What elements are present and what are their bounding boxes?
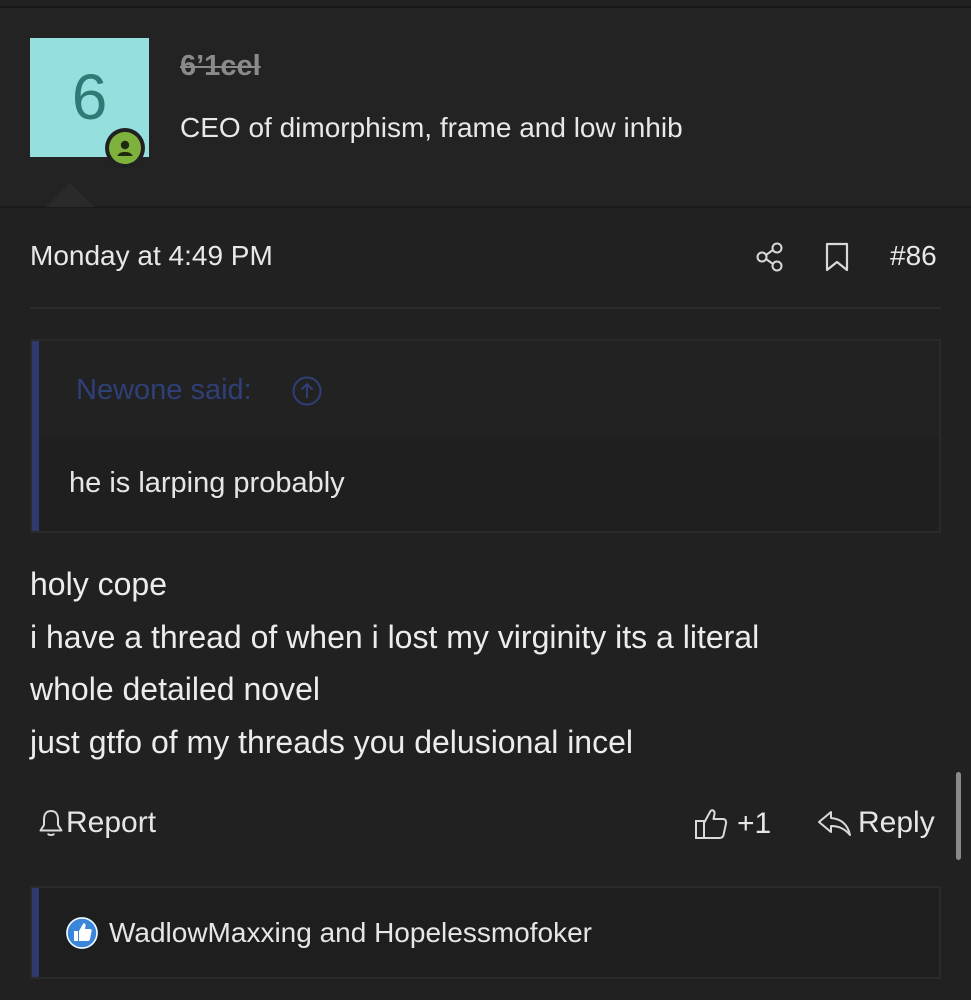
like-reaction-icon bbox=[66, 917, 98, 949]
post-body-line: just gtfo of my threads you delusional i… bbox=[30, 723, 633, 760]
like-count: +1 bbox=[737, 807, 772, 840]
user-title: CEO of dimorphism, frame and low inhib bbox=[180, 112, 683, 143]
go-to-quote-icon[interactable] bbox=[291, 375, 323, 407]
reaction-users[interactable]: WadlowMaxxing and Hopelessmofoker bbox=[109, 917, 592, 949]
scrollbar[interactable] bbox=[956, 772, 961, 860]
reactions-bar[interactable]: WadlowMaxxing and Hopelessmofoker bbox=[30, 886, 941, 979]
bookmark-icon[interactable] bbox=[822, 241, 852, 273]
quote-accent-bar bbox=[32, 341, 39, 531]
quote-content: he is larping probably bbox=[39, 437, 939, 531]
header-pointer bbox=[46, 183, 94, 207]
report-label: Report bbox=[66, 806, 157, 839]
post-body-line: whole detailed novel bbox=[30, 671, 320, 707]
post-user-header: 6 6’1cel CEO of dimorphism, frame and lo… bbox=[0, 8, 971, 208]
share-icon[interactable] bbox=[754, 241, 786, 273]
post-body-line: holy cope bbox=[30, 566, 167, 602]
online-person-icon bbox=[109, 132, 141, 164]
username-link[interactable]: 6’1cel bbox=[180, 50, 261, 83]
quote-author[interactable]: Newone said: bbox=[76, 374, 252, 407]
report-button[interactable]: Report bbox=[36, 806, 156, 840]
meta-divider bbox=[30, 307, 941, 309]
post-body-line: i have a thread of when i lost my virgin… bbox=[30, 618, 760, 655]
bell-icon bbox=[39, 810, 63, 836]
like-button[interactable]: +1 bbox=[693, 806, 771, 842]
quote-text: he is larping probably bbox=[69, 467, 345, 499]
post-number-link[interactable]: #86 bbox=[890, 240, 937, 272]
post-body: holy cope i have a thread of when i lost… bbox=[30, 558, 759, 768]
quote-header[interactable]: Newone said: bbox=[39, 341, 939, 437]
online-status-badge bbox=[105, 128, 145, 168]
reply-button[interactable]: Reply bbox=[816, 806, 935, 840]
reactions-accent-bar bbox=[32, 888, 39, 977]
reply-label: Reply bbox=[858, 806, 935, 839]
post-date[interactable]: Monday at 4:49 PM bbox=[30, 240, 273, 272]
quote-block: Newone said: he is larping probably bbox=[30, 339, 941, 533]
thumbs-up-icon bbox=[695, 809, 728, 839]
reply-arrow-icon bbox=[818, 811, 851, 836]
